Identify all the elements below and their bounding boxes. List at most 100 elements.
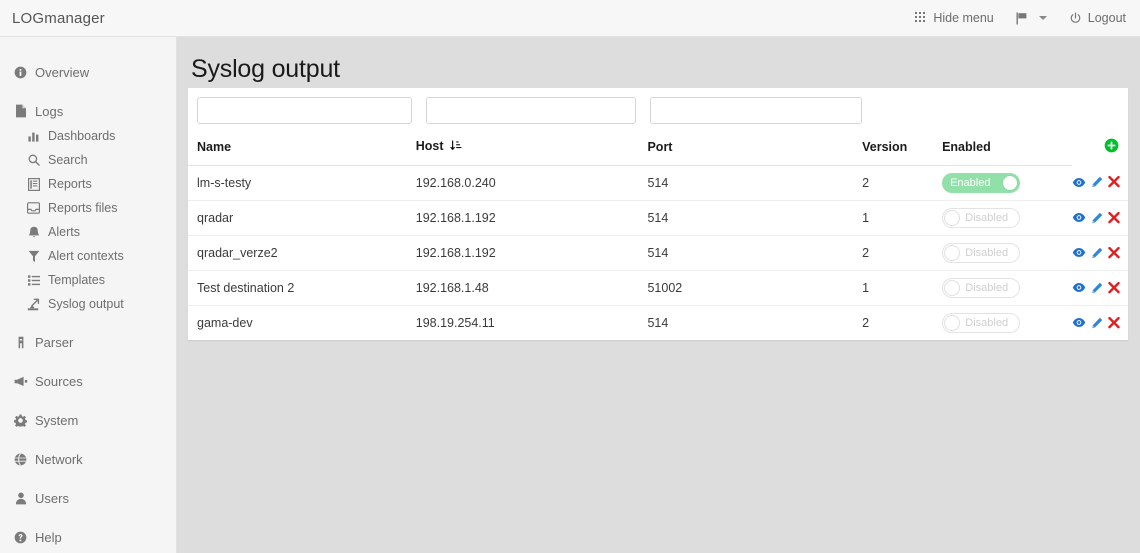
column-header-host[interactable]: Host [415, 132, 648, 166]
parser-icon [13, 336, 28, 349]
row-actions [1072, 316, 1128, 329]
sidebar-item-label: Syslog output [48, 297, 124, 311]
language-flag-dropdown[interactable] [1016, 12, 1047, 25]
sidebar-item-label: Reports files [48, 201, 118, 215]
enabled-toggle[interactable]: Disabled [942, 277, 1021, 298]
cell-host: 198.19.254.11 [415, 315, 495, 330]
flag-icon [1016, 12, 1029, 25]
enabled-toggle-label: Disabled [965, 281, 1009, 294]
sidebar-item-label: Search [48, 153, 88, 167]
cell-enabled: Disabled [942, 305, 1072, 340]
column-header-port[interactable]: Port [647, 132, 863, 166]
cell-version: 1 [862, 270, 943, 306]
enabled-toggle[interactable]: Enabled [942, 172, 1021, 193]
search-icon [26, 154, 41, 166]
sidebar-item-parser[interactable]: Parser [0, 329, 176, 355]
power-icon [1069, 12, 1082, 25]
logout-button[interactable]: Logout [1069, 11, 1126, 25]
cell-enabled: Disabled [942, 270, 1072, 306]
eye-icon[interactable] [1072, 282, 1086, 293]
sidebar-item-sources[interactable]: Sources [0, 368, 176, 394]
column-header-name-label: Name [197, 139, 232, 154]
table-row: Test destination 2 192.168.1.48 51002 1 Disa… [188, 270, 1128, 306]
sidebar-item-logs[interactable]: Logs [0, 98, 176, 124]
enabled-toggle[interactable]: Disabled [942, 312, 1021, 333]
cell-name: qradar [188, 200, 416, 236]
delete-x-icon[interactable] [1108, 211, 1120, 224]
cell-port: 514 [647, 315, 669, 330]
eye-icon[interactable] [1072, 212, 1086, 223]
sidebar-item-network[interactable]: Network [0, 446, 176, 472]
delete-x-icon[interactable] [1108, 281, 1120, 294]
column-header-version[interactable]: Version [862, 132, 943, 166]
hide-menu-button[interactable]: Hide menu [915, 11, 994, 25]
sidebar-item-users[interactable]: Users [0, 485, 176, 511]
cell-port: 51002 [647, 270, 863, 306]
pencil-icon[interactable] [1091, 317, 1103, 329]
globe-icon [13, 452, 28, 466]
enabled-toggle[interactable]: Disabled [942, 207, 1021, 228]
report-icon [26, 177, 41, 191]
row-actions [1072, 211, 1128, 224]
cell-host: 192.168.1.192 [415, 235, 648, 271]
cell-host: 192.168.1.48 [415, 270, 648, 306]
column-header-host-label: Host [415, 138, 444, 153]
column-header-name[interactable]: Name [188, 132, 416, 166]
sidebar-item-label: Reports [48, 177, 92, 191]
eye-icon[interactable] [1072, 247, 1086, 258]
sidebar-item-syslog-output[interactable]: Syslog output [0, 292, 176, 316]
hide-menu-label: Hide menu [933, 11, 994, 25]
column-header-enabled-label: Enabled [942, 139, 991, 154]
sidebar-item-alert-contexts[interactable]: Alert contexts [0, 244, 176, 268]
sidebar-item-overview[interactable]: Overview [0, 59, 176, 85]
cell-actions [1071, 165, 1128, 201]
delete-x-icon[interactable] [1108, 246, 1120, 259]
syslog-output-table: Name Host Port Version Enabled lm-s-test… [188, 132, 1128, 340]
sidebar-item-alerts[interactable]: Alerts [0, 220, 176, 244]
row-actions [1072, 176, 1128, 188]
sidebar-item-reports-files[interactable]: Reports files [0, 196, 176, 220]
column-header-enabled[interactable]: Enabled [942, 132, 1072, 166]
cell-actions [1072, 305, 1128, 340]
cell-actions [1071, 235, 1128, 271]
eye-icon[interactable] [1072, 317, 1086, 328]
list-icon [26, 274, 41, 286]
search-input-port[interactable] [650, 97, 862, 124]
column-filter-row [188, 88, 1128, 132]
pencil-icon[interactable] [1091, 212, 1103, 224]
user-icon [13, 492, 28, 505]
gear-icon [13, 414, 28, 427]
cell-version: 2 [862, 315, 870, 330]
search-input-host[interactable] [426, 97, 636, 124]
column-header-port-label: Port [647, 139, 673, 154]
cell-enabled: Enabled [942, 165, 1072, 201]
pencil-icon[interactable] [1091, 282, 1103, 294]
search-input-name[interactable] [197, 97, 412, 124]
cell-actions [1071, 270, 1128, 306]
cell-version: 1 [862, 200, 943, 236]
column-header-actions [1072, 132, 1128, 165]
enabled-toggle[interactable]: Disabled [942, 242, 1021, 263]
delete-x-icon[interactable] [1108, 316, 1120, 329]
sidebar-item-dashboards[interactable]: Dashboards [0, 124, 176, 148]
sidebar-item-help[interactable]: Help [0, 524, 176, 550]
toggle-knob [944, 209, 961, 226]
top-bar: LOGmanager Hide menu Logout [0, 0, 1140, 37]
add-circle-icon[interactable] [1104, 138, 1119, 156]
pencil-icon[interactable] [1091, 176, 1103, 188]
table-row: gama-dev 198.19.254.11 514 2 Disabled [188, 305, 1128, 340]
table-row: lm-s-testy 192.168.0.240 514 2 Enabled [188, 165, 1128, 201]
cell-version: 2 [862, 165, 943, 201]
eye-icon[interactable] [1072, 177, 1086, 188]
row-actions [1072, 281, 1128, 294]
sidebar-item-templates[interactable]: Templates [0, 268, 176, 292]
question-circle-icon [13, 531, 28, 544]
sidebar-item-search[interactable]: Search [0, 148, 176, 172]
pencil-icon[interactable] [1091, 247, 1103, 259]
filter-cell-port [650, 97, 876, 124]
cell-name: Test destination 2 [188, 270, 416, 306]
sidebar-item-system[interactable]: System [0, 407, 176, 433]
enabled-toggle-label: Disabled [965, 316, 1009, 329]
delete-x-icon[interactable] [1108, 176, 1120, 188]
sidebar-item-reports[interactable]: Reports [0, 172, 176, 196]
